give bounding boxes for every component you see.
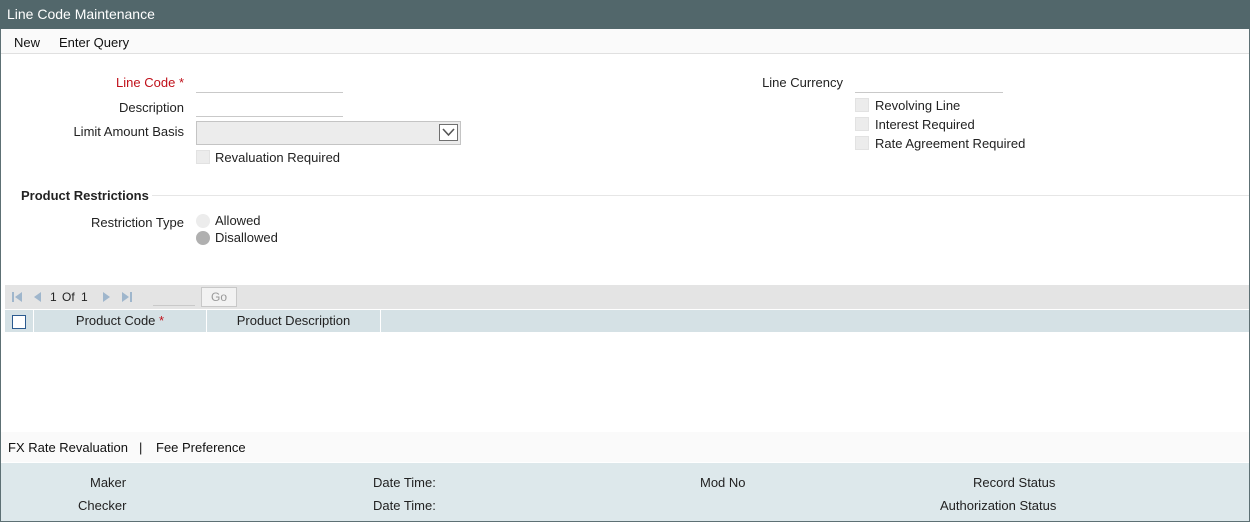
fee-preference-link[interactable]: Fee Preference <box>156 440 246 455</box>
page-of-label: Of <box>62 290 75 304</box>
section-divider <box>152 195 1249 196</box>
previous-page-icon[interactable] <box>31 291 43 303</box>
description-input[interactable] <box>196 95 343 117</box>
grid-body <box>5 332 1249 430</box>
revolving-line-label: Revolving Line <box>875 98 961 113</box>
product-restrictions-title: Product Restrictions <box>21 188 149 203</box>
allowed-radio[interactable] <box>196 214 210 228</box>
line-code-label: Line Code * <box>116 75 184 90</box>
rate-agreement-required-checkbox[interactable] <box>855 136 869 150</box>
product-code-column-header[interactable]: Product Code * <box>34 310 207 332</box>
record-status-label: Record Status <box>973 475 1056 490</box>
first-page-icon[interactable] <box>11 291 23 303</box>
description-label: Description <box>118 100 184 115</box>
disallowed-label: Disallowed <box>215 230 278 245</box>
allowed-label: Allowed <box>215 213 261 228</box>
line-currency-input[interactable] <box>855 71 1003 93</box>
last-page-icon[interactable] <box>121 291 133 303</box>
grid-pager: 1 Of 1 Go <box>5 285 1249 309</box>
interest-required-label: Interest Required <box>875 117 975 132</box>
line-currency-label: Line Currency <box>762 75 843 90</box>
new-button[interactable]: New <box>14 35 40 50</box>
checker-date-time-label: Date Time: <box>373 498 436 513</box>
product-description-column-header[interactable]: Product Description <box>207 310 381 332</box>
next-page-icon[interactable] <box>101 291 113 303</box>
window-title: Line Code Maintenance <box>0 0 1250 29</box>
select-all-checkbox[interactable] <box>12 315 26 329</box>
grid-header: Product Code * Product Description <box>5 310 1249 332</box>
link-separator: | <box>139 440 143 455</box>
maker-label: Maker <box>90 475 127 490</box>
revaluation-required-checkbox[interactable] <box>196 150 210 164</box>
bottom-links-bar: FX Rate Revaluation | Fee Preference <box>1 432 1249 462</box>
total-pages: 1 <box>81 290 88 304</box>
checker-label: Checker <box>78 498 127 513</box>
revolving-line-checkbox[interactable] <box>855 98 869 112</box>
menu-bar: New Enter Query <box>1 29 1249 54</box>
fx-rate-revaluation-link[interactable]: FX Rate Revaluation <box>8 440 128 455</box>
chevron-down-icon[interactable] <box>439 124 458 141</box>
audit-bar: Maker Checker Date Time: Date Time: Mod … <box>1 463 1249 521</box>
maker-date-time-label: Date Time: <box>373 475 436 490</box>
rate-agreement-required-label: Rate Agreement Required <box>875 136 1026 151</box>
restriction-type-label: Restriction Type <box>91 215 184 230</box>
interest-required-checkbox[interactable] <box>855 117 869 131</box>
limit-amount-basis-select[interactable] <box>196 121 461 145</box>
mod-no-label: Mod No <box>700 475 746 490</box>
revaluation-required-label: Revaluation Required <box>215 150 341 165</box>
page-number-input[interactable] <box>153 288 195 306</box>
limit-amount-basis-label: Limit Amount Basis <box>73 124 184 139</box>
disallowed-radio[interactable] <box>196 231 210 245</box>
go-button[interactable]: Go <box>201 287 237 307</box>
authorization-status-label: Authorization Status <box>940 498 1057 513</box>
line-code-input[interactable] <box>196 71 343 93</box>
current-page: 1 <box>50 290 57 304</box>
enter-query-button[interactable]: Enter Query <box>59 35 129 50</box>
select-all-cell <box>5 310 34 332</box>
